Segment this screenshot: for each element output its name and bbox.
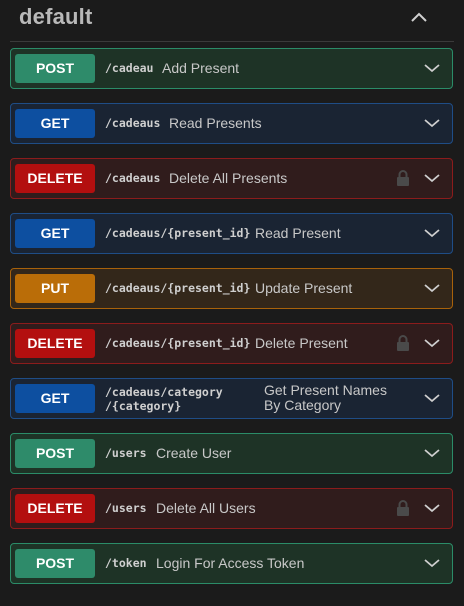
endpoint-summary: Delete All Presents — [169, 170, 288, 186]
endpoint-path: /cadeaus/category /{category} — [105, 385, 223, 413]
chevron-up-icon[interactable] — [410, 11, 428, 23]
operation-get-category[interactable]: GET /cadeaus/category /{category} Get Pr… — [10, 378, 453, 419]
endpoint-summary: Add Present — [162, 60, 240, 76]
method-badge: POST — [15, 439, 95, 468]
operation-put-present[interactable]: PUT /cadeaus/{present_id} Update Present — [10, 268, 453, 309]
method-badge: POST — [15, 54, 95, 83]
chevron-down-icon[interactable] — [424, 338, 440, 348]
operation-post-token[interactable]: POST /token Login For Access Token — [10, 543, 453, 584]
endpoint-path: /cadeaus/{present_id} — [105, 336, 251, 350]
endpoint-summary: Delete All Users — [156, 500, 256, 516]
endpoint-path: /token — [105, 556, 147, 570]
method-badge: DELETE — [15, 494, 95, 523]
chevron-down-icon[interactable] — [424, 228, 440, 238]
operation-post-cadeau[interactable]: POST /cadeau Add Present — [10, 48, 453, 89]
method-badge: POST — [15, 549, 95, 578]
chevron-down-icon[interactable] — [424, 558, 440, 568]
operation-delete-present[interactable]: DELETE /cadeaus/{present_id} Delete Pres… — [10, 323, 453, 364]
lock-icon[interactable] — [396, 499, 410, 517]
method-badge: GET — [15, 219, 95, 248]
operation-get-present[interactable]: GET /cadeaus/{present_id} Read Present — [10, 213, 453, 254]
chevron-down-icon[interactable] — [424, 173, 440, 183]
endpoint-path: /cadeaus — [105, 171, 161, 185]
chevron-down-icon[interactable] — [424, 393, 440, 403]
chevron-down-icon[interactable] — [424, 118, 440, 128]
section-title: default — [19, 4, 93, 29]
method-badge: GET — [15, 109, 95, 138]
method-badge: DELETE — [15, 164, 95, 193]
operation-post-users[interactable]: POST /users Create User — [10, 433, 453, 474]
operation-delete-cadeaus[interactable]: DELETE /cadeaus Delete All Presents — [10, 158, 453, 199]
method-badge: DELETE — [15, 329, 95, 358]
endpoint-path: /users — [105, 446, 147, 460]
endpoint-summary: Update Present — [255, 280, 353, 296]
method-badge: PUT — [15, 274, 95, 303]
operations-list: POST /cadeau Add Present GET /cadeaus Re… — [10, 48, 453, 598]
endpoint-summary: Login For Access Token — [156, 555, 305, 571]
chevron-down-icon[interactable] — [424, 283, 440, 293]
section-header-default[interactable]: default — [10, 0, 454, 42]
endpoint-summary: Create User — [156, 445, 232, 461]
endpoint-path: /users — [105, 501, 147, 515]
endpoint-summary: Delete Present — [255, 335, 348, 351]
endpoint-path: /cadeau — [105, 61, 154, 75]
chevron-down-icon[interactable] — [424, 503, 440, 513]
operation-get-cadeaus[interactable]: GET /cadeaus Read Presents — [10, 103, 453, 144]
endpoint-summary: Get Present Names By Category — [264, 382, 387, 413]
endpoint-path: /cadeaus/{present_id} — [105, 226, 251, 240]
chevron-down-icon[interactable] — [424, 63, 440, 73]
lock-icon[interactable] — [396, 334, 410, 352]
method-badge: GET — [15, 384, 95, 413]
chevron-down-icon[interactable] — [424, 448, 440, 458]
endpoint-path: /cadeaus — [105, 116, 161, 130]
operation-delete-users[interactable]: DELETE /users Delete All Users — [10, 488, 453, 529]
endpoint-path: /cadeaus/{present_id} — [105, 281, 251, 295]
lock-icon[interactable] — [396, 169, 410, 187]
endpoint-summary: Read Presents — [169, 115, 262, 131]
endpoint-summary: Read Present — [255, 225, 341, 241]
